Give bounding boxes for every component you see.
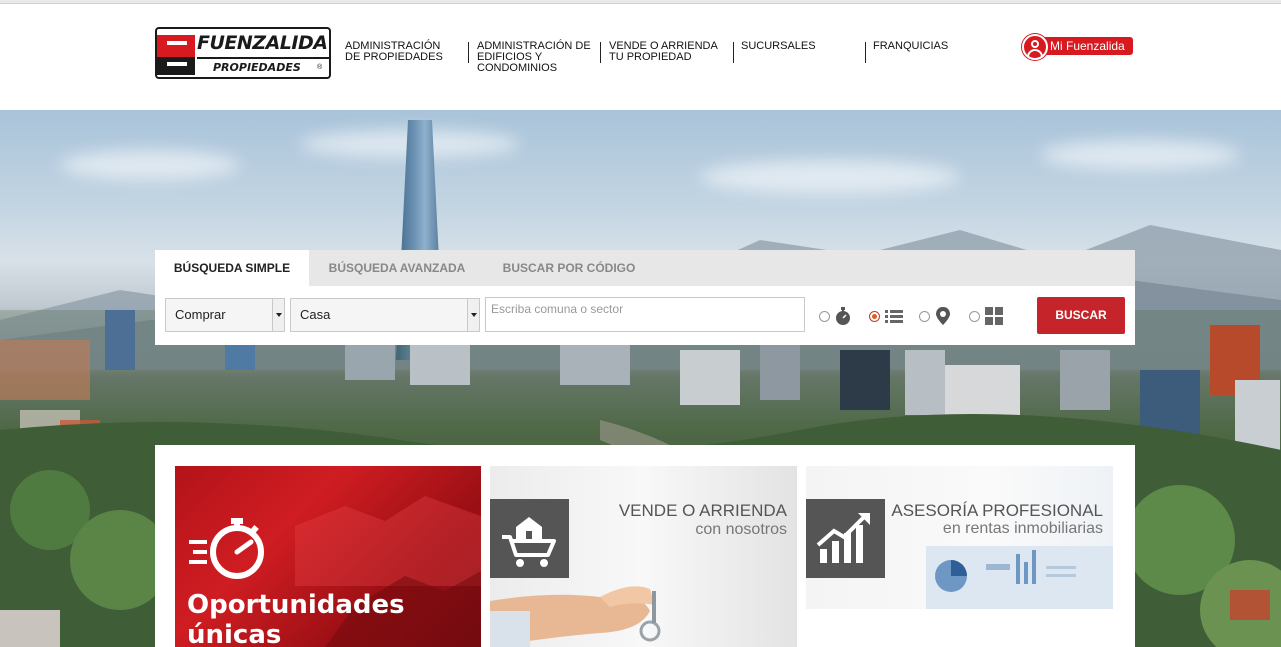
feature-title-vende-arrienda: VENDE O ARRIENDA — [618, 501, 787, 520]
feature-card-vende-arrienda[interactable]: VENDE O ARRIENDA con nosotros — [490, 466, 797, 647]
location-search-input[interactable] — [485, 297, 805, 332]
nav-administracion-propiedades[interactable]: ADMINISTRACIÓN DE PROPIEDADES — [345, 41, 457, 63]
tab-busqueda-simple[interactable]: BÚSQUEDA SIMPLE — [155, 250, 309, 286]
view-option-grid-radio[interactable] — [969, 311, 980, 322]
nav-divider — [468, 42, 469, 63]
feature-title-asesoria: ASESORÍA PROFESIONAL — [891, 501, 1103, 520]
user-icon — [1022, 34, 1048, 60]
brand-sub: PROPIEDADES — [213, 61, 301, 74]
nav-divider — [733, 42, 734, 63]
nav-divider — [600, 42, 601, 63]
feature-card-asesoria[interactable]: ASESORÍA PROFESIONAL en rentas inmobilia… — [806, 466, 1113, 609]
brand-name: FUENZALIDA — [197, 32, 328, 54]
site-header: FUENZALIDA PROPIEDADES ® ADMINISTRACIÓN … — [0, 4, 1281, 110]
nav-vende-arrienda[interactable]: VENDE O ARRIENDA TU PROPIEDAD — [609, 41, 729, 63]
search-tabs: BÚSQUEDA SIMPLE BÚSQUEDA AVANZADA BUSCAR… — [155, 250, 1135, 286]
view-option-stopwatch-radio[interactable] — [819, 311, 830, 322]
operation-select[interactable]: Comprar — [165, 298, 285, 332]
mi-fuenzalida-label: Mi Fuenzalida — [1038, 37, 1133, 55]
growth-chart-icon — [806, 499, 885, 578]
view-option-list-radio[interactable] — [869, 311, 880, 322]
map-pin-icon — [936, 307, 950, 325]
features-panel: Oportunidades únicas VENDE O ARRIENDA co… — [155, 445, 1135, 647]
hero-banner: BÚSQUEDA SIMPLE BÚSQUEDA AVANZADA BUSCAR… — [0, 110, 1281, 647]
stopwatch-icon — [189, 518, 264, 579]
brand-registered: ® — [317, 64, 323, 71]
search-submit-button[interactable]: BUSCAR — [1037, 297, 1125, 334]
logo-mark-icon — [157, 29, 195, 77]
nav-divider — [865, 42, 866, 63]
mi-fuenzalida-button[interactable]: Mi Fuenzalida — [1022, 34, 1133, 60]
property-type-select[interactable]: Casa — [290, 298, 480, 332]
tab-buscar-por-codigo[interactable]: BUSCAR POR CÓDIGO — [485, 250, 653, 286]
charts-tablet-image — [926, 546, 1113, 609]
view-option-map-radio[interactable] — [919, 311, 930, 322]
search-panel: BÚSQUEDA SIMPLE BÚSQUEDA AVANZADA BUSCAR… — [155, 250, 1135, 345]
chevron-down-icon — [272, 299, 284, 331]
chevron-down-icon — [467, 299, 479, 331]
operation-value: Comprar — [175, 307, 226, 322]
list-icon — [885, 310, 903, 323]
stopwatch-icon — [836, 307, 850, 325]
tab-busqueda-avanzada[interactable]: BÚSQUEDA AVANZADA — [315, 250, 479, 286]
feature-card-oportunidades[interactable]: Oportunidades únicas — [175, 466, 481, 647]
feature-title-oportunidades: Oportunidades únicas — [187, 590, 405, 647]
feature-subtitle-vende-arrienda: con nosotros — [695, 521, 787, 538]
hand-with-keys-image — [490, 586, 661, 647]
nav-sucursales[interactable]: SUCURSALES — [741, 41, 841, 52]
nav-administracion-edificios[interactable]: ADMINISTRACIÓN DE EDIFICIOS Y CONDOMINIO… — [477, 41, 591, 74]
property-type-value: Casa — [300, 307, 331, 322]
grid-icon — [985, 307, 1003, 325]
brand-logo[interactable]: FUENZALIDA PROPIEDADES ® — [155, 27, 331, 79]
nav-franquicias[interactable]: FRANQUICIAS — [873, 41, 973, 52]
